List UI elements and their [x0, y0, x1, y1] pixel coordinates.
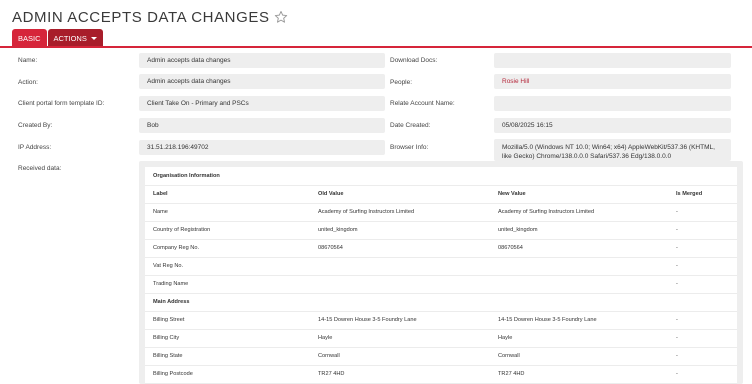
- received-data-label: Received data:: [18, 165, 62, 172]
- received-data-table-wrapper[interactable]: Organisation Information Label Old Value…: [145, 167, 737, 384]
- star-outline-icon[interactable]: [274, 10, 288, 24]
- date-created-value: 05/08/2025 16:15: [494, 118, 731, 133]
- cell-new-value: [490, 257, 668, 276]
- table-row: Company Reg No. 08670564 08670564 -: [145, 239, 737, 258]
- table-row: Billing City Hayle Hayle -: [145, 329, 737, 348]
- action-value: Admin accepts data changes: [139, 74, 385, 89]
- relate-account-label: Relate Account Name:: [390, 100, 455, 107]
- cell-old-value: [310, 275, 490, 294]
- table-row: Name Academy of Surfing Instructors Limi…: [145, 203, 737, 222]
- ip-label: IP Address:: [18, 144, 52, 151]
- cell-is-merged: -: [668, 221, 737, 240]
- cell-old-value: 14-15 Dowren House 3-5 Foundry Lane: [310, 311, 490, 330]
- cell-old-value: TR27 4HD: [310, 365, 490, 384]
- cell-is-merged: -: [668, 365, 737, 384]
- cell-is-merged: -: [668, 311, 737, 330]
- cell-label: Billing State: [145, 347, 310, 366]
- date-created-label: Date Created:: [390, 122, 431, 129]
- section-title: Main Address: [145, 293, 737, 312]
- actions-dropdown-button[interactable]: ACTIONS: [47, 29, 103, 47]
- received-data-panel: Organisation Information Label Old Value…: [139, 161, 743, 384]
- cell-label: Trading Name: [145, 275, 310, 294]
- column-header-label: Label: [145, 185, 310, 204]
- cell-new-value: united_kingdom: [490, 221, 668, 240]
- created-by-value: Bob: [139, 118, 385, 133]
- caret-down-icon: [90, 36, 97, 40]
- cell-is-merged: -: [668, 239, 737, 258]
- table-header-row: Label Old Value New Value Is Merged: [145, 185, 737, 204]
- detail-panel: Name: Admin accepts data changes Action:…: [12, 48, 752, 384]
- table-row: Billing Street 14-15 Dowren House 3-5 Fo…: [145, 311, 737, 330]
- title-bar: ADMIN ACCEPTS DATA CHANGES: [12, 7, 288, 27]
- cell-new-value: Academy of Surfing Instructors Limited: [490, 203, 668, 222]
- relate-account-value: [494, 96, 731, 111]
- section-title: Organisation Information: [145, 167, 737, 186]
- created-by-label: Created By:: [18, 122, 53, 129]
- cell-label: Billing Street: [145, 311, 310, 330]
- section-header-organisation: Organisation Information: [145, 167, 737, 186]
- name-value: Admin accepts data changes: [139, 53, 385, 68]
- cell-label: Company Reg No.: [145, 239, 310, 258]
- table-row: Billing Postcode TR27 4HD TR27 4HD -: [145, 365, 737, 384]
- action-label: Action:: [18, 79, 38, 86]
- cell-label: Billing Postcode: [145, 365, 310, 384]
- download-docs-value[interactable]: [494, 53, 731, 68]
- cell-old-value: 08670564: [310, 239, 490, 258]
- cell-is-merged: -: [668, 329, 737, 348]
- page-title: ADMIN ACCEPTS DATA CHANGES: [12, 8, 270, 26]
- table-row: Trading Name -: [145, 275, 737, 294]
- cell-new-value: TR27 4HD: [490, 365, 668, 384]
- cell-old-value: [310, 257, 490, 276]
- cell-label: Country of Registration: [145, 221, 310, 240]
- name-label: Name:: [18, 57, 38, 64]
- actions-label: ACTIONS: [53, 33, 87, 43]
- tab-basic[interactable]: BASIC: [12, 29, 47, 47]
- cell-is-merged: -: [668, 347, 737, 366]
- cell-label: Vat Reg No.: [145, 257, 310, 276]
- section-header-main-address: Main Address: [145, 293, 737, 312]
- table-row: Vat Reg No. -: [145, 257, 737, 276]
- cell-is-merged: -: [668, 275, 737, 294]
- column-header-new-value: New Value: [490, 185, 668, 204]
- cell-old-value: united_kingdom: [310, 221, 490, 240]
- received-data-table: Organisation Information Label Old Value…: [145, 167, 737, 384]
- tab-bar: BASIC ACTIONS: [12, 29, 104, 47]
- cell-old-value: Academy of Surfing Instructors Limited: [310, 203, 490, 222]
- people-link[interactable]: Rosie Hill: [494, 74, 731, 89]
- cell-is-merged: -: [668, 203, 737, 222]
- template-label: Client portal form template ID:: [18, 100, 105, 107]
- template-value: Client Take On - Primary and PSCs: [139, 96, 385, 111]
- column-header-old-value: Old Value: [310, 185, 490, 204]
- download-docs-label: Download Docs:: [390, 57, 438, 64]
- table-row: Billing State Cornwall Cornwall -: [145, 347, 737, 366]
- column-header-is-merged: Is Merged: [668, 185, 737, 204]
- browser-value: Mozilla/5.0 (Windows NT 10.0; Win64; x64…: [494, 139, 731, 161]
- table-row: Country of Registration united_kingdom u…: [145, 221, 737, 240]
- cell-new-value: Hayle: [490, 329, 668, 348]
- cell-label: Billing City: [145, 329, 310, 348]
- people-label: People:: [390, 79, 413, 86]
- cell-old-value: Hayle: [310, 329, 490, 348]
- cell-new-value: [490, 275, 668, 294]
- cell-label: Name: [145, 203, 310, 222]
- tab-basic-label: BASIC: [18, 33, 41, 43]
- cell-new-value: 08670564: [490, 239, 668, 258]
- browser-label: Browser Info:: [390, 144, 429, 151]
- ip-value: 31.51.218.196:49702: [139, 140, 385, 155]
- cell-new-value: 14-15 Dowren House 3-5 Foundry Lane: [490, 311, 668, 330]
- cell-is-merged: -: [668, 257, 737, 276]
- cell-new-value: Cornwall: [490, 347, 668, 366]
- cell-old-value: Cornwall: [310, 347, 490, 366]
